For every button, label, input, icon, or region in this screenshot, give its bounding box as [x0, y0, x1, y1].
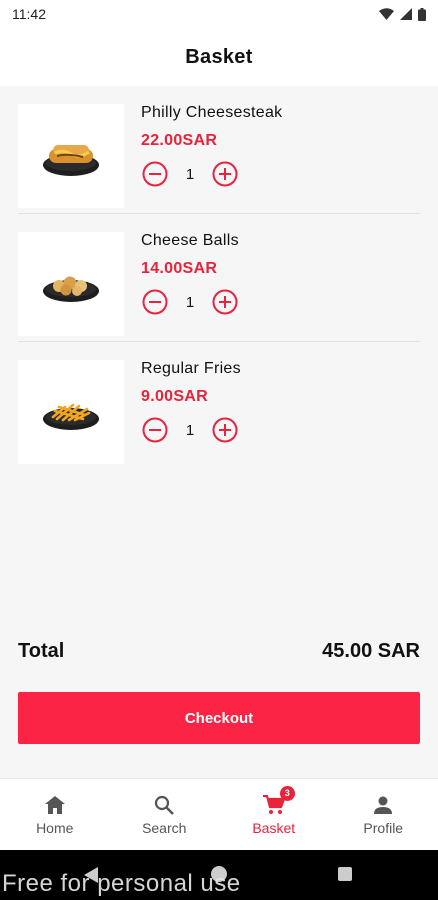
increase-quantity-button[interactable] — [211, 160, 239, 188]
basket-item: Cheese Balls 14.00SAR 1 — [18, 214, 420, 342]
nav-item-basket[interactable]: 3 Basket — [219, 779, 329, 850]
basket-item: Philly Cheesesteak 22.00SAR 1 — [18, 86, 420, 214]
status-icons — [379, 7, 426, 21]
decrease-quantity-button[interactable] — [141, 160, 169, 188]
decrease-quantity-button[interactable] — [141, 416, 169, 444]
item-name: Cheese Balls — [141, 232, 239, 249]
quantity-stepper: 1 — [141, 416, 239, 444]
plus-circle-icon — [212, 161, 238, 187]
recent-apps-icon[interactable] — [338, 867, 352, 881]
nav-label: Profile — [363, 819, 404, 836]
nav-label: Basket — [252, 819, 296, 836]
quantity-value: 1 — [185, 421, 195, 439]
page-title: Basket — [185, 45, 253, 68]
nav-label: Home — [36, 819, 74, 836]
nav-item-profile[interactable]: Profile — [329, 779, 438, 850]
item-name: Regular Fries — [141, 360, 241, 377]
app-bar: Basket — [0, 28, 438, 86]
plus-circle-icon — [212, 289, 238, 315]
total-value: 45.00 SAR — [322, 640, 420, 662]
nav-item-home[interactable]: Home — [0, 779, 110, 850]
minus-circle-icon — [142, 161, 168, 187]
quantity-stepper: 1 — [141, 160, 239, 188]
cheese-balls-image — [18, 232, 124, 336]
quantity-value: 1 — [185, 165, 195, 183]
basket-list: Philly Cheesesteak 22.00SAR 1 Cheese Bal… — [0, 86, 438, 470]
battery-icon — [418, 7, 426, 21]
total-label: Total — [18, 640, 65, 662]
minus-circle-icon — [142, 417, 168, 443]
item-price: 9.00SAR — [141, 388, 209, 405]
checkout-button[interactable]: Checkout — [18, 692, 420, 744]
person-icon — [373, 794, 393, 816]
nav-label: Search — [142, 819, 187, 836]
minus-circle-icon — [142, 289, 168, 315]
item-name: Philly Cheesesteak — [141, 104, 283, 121]
status-bar: 11:42 — [0, 0, 438, 28]
bottom-navigation: Home Search 3 Basket Profile — [0, 778, 438, 850]
signal-icon — [400, 8, 412, 20]
cheesesteak-image — [18, 104, 124, 208]
cart-icon: 3 — [262, 785, 295, 816]
decrease-quantity-button[interactable] — [141, 288, 169, 316]
plus-circle-icon — [212, 417, 238, 443]
status-time: 11:42 — [12, 6, 46, 22]
nav-item-search[interactable]: Search — [110, 779, 220, 850]
wifi-icon — [379, 8, 394, 20]
watermark-text: Free for personal use — [2, 870, 241, 897]
search-icon — [154, 794, 175, 816]
fries-image — [18, 360, 124, 464]
increase-quantity-button[interactable] — [211, 416, 239, 444]
cart-badge: 3 — [279, 785, 295, 801]
quantity-value: 1 — [185, 293, 195, 311]
quantity-stepper: 1 — [141, 288, 239, 316]
total-row: Total 45.00 SAR — [18, 640, 420, 663]
basket-item: Regular Fries 9.00SAR 1 — [18, 342, 420, 470]
item-price: 22.00SAR — [141, 132, 218, 149]
home-icon — [44, 794, 65, 816]
item-price: 14.00SAR — [141, 260, 218, 277]
increase-quantity-button[interactable] — [211, 288, 239, 316]
